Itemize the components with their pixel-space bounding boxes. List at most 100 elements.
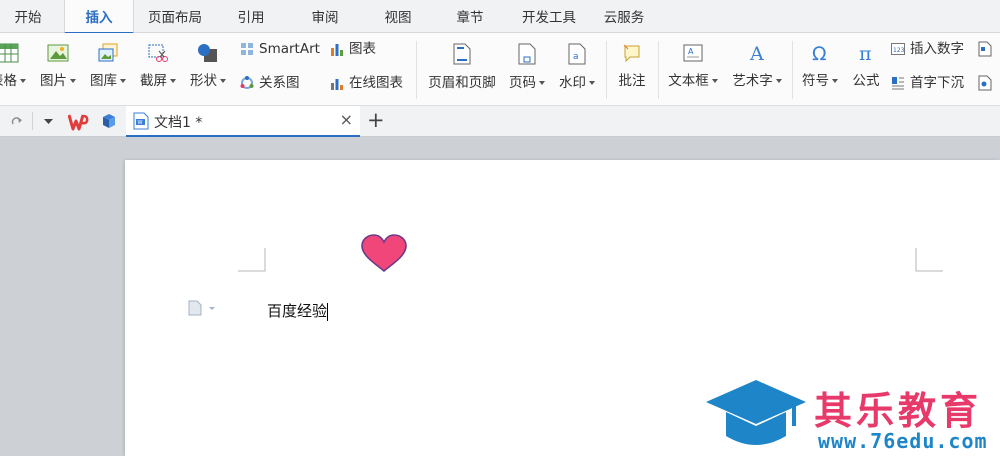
object-icon[interactable] [978,75,992,91]
header-footer-button[interactable]: 页眉和页脚 [424,43,500,91]
wordart-button[interactable]: A 艺术字 [728,43,786,89]
wps-logo-icon[interactable] [68,113,90,131]
scissors-icon [148,44,168,62]
smartart-button[interactable]: SmartArt [240,38,320,60]
table-button[interactable]: 表格 [0,43,32,89]
drop-cap-label: 首字下沉 [910,75,964,91]
comment-icon [623,44,640,63]
gallery-button[interactable]: 图库 [86,43,130,89]
svg-text:W: W [138,120,143,126]
formula-label: 公式 [852,73,880,89]
document-part-icon[interactable] [978,41,992,57]
omega-icon: Ω [812,43,827,63]
smartart-label: SmartArt [259,41,320,57]
ribbon-separator [792,41,793,99]
ribbon-separator [606,41,607,99]
gallery-label: 图库 [90,73,117,89]
page-number-label: 页码 [509,75,536,91]
textbox-icon: A [683,44,703,62]
shapes-button[interactable]: 形状 [186,43,230,89]
relation-icon [240,76,254,89]
comment-button[interactable]: 批注 [612,43,652,89]
tab-cloud[interactable]: 云服务 [596,0,652,33]
wordart-icon: A [749,43,764,63]
svg-text:A: A [749,43,764,63]
textbox-label: 文本框 [668,73,709,89]
chart-icon [331,44,343,56]
table-icon [0,43,19,63]
redo-icon[interactable] [11,115,23,127]
document-tab-title: 文档1 * [154,115,203,131]
svg-text:Ω: Ω [812,43,827,63]
picture-label: 图片 [40,73,67,89]
cube-icon[interactable] [102,113,116,129]
symbol-label: 符号 [802,73,829,89]
svg-text:π: π [859,43,872,63]
margin-corner-right [915,248,943,272]
shapes-label: 形状 [190,73,217,89]
picture-icon [47,44,69,62]
online-chart-label: 在线图表 [349,75,403,91]
svg-text:123: 123 [893,47,905,54]
svg-text:a: a [573,52,579,62]
document-body-text[interactable]: 百度经验 [267,300,329,321]
pi-icon: π [859,43,872,63]
new-tab-button[interactable]: + [367,108,385,132]
word-document-icon: W [133,112,149,130]
page-number-icon [518,43,536,65]
tab-insert[interactable]: 插入 [64,0,134,34]
table-label: 表格 [0,73,17,89]
comment-label: 批注 [618,73,646,89]
heart-shape[interactable] [359,234,409,274]
page-number-button[interactable]: 页码 [504,43,550,91]
screenshot-label: 截屏 [140,73,167,89]
relation-button[interactable]: 关系图 [240,72,300,94]
drop-cap-button[interactable]: 首字下沉 [891,72,964,94]
textbox-button[interactable]: A 文本框 [664,43,722,89]
close-tab-icon[interactable]: × [340,110,353,129]
margin-corner-left [238,248,266,272]
document-tab[interactable]: W 文档1 * × [126,106,360,137]
tab-separator [32,112,33,130]
formula-button[interactable]: π 公式 [846,43,886,89]
ribbon-separator [658,41,659,99]
tab-developer[interactable]: 开发工具 [512,0,586,33]
dropdown-caret-icon[interactable] [44,119,53,125]
picture-button[interactable]: 图片 [36,43,80,89]
online-chart-icon [331,79,343,90]
screenshot-button[interactable]: 截屏 [136,43,180,89]
tab-chapter[interactable]: 章节 [444,0,496,33]
smartart-icon [241,43,253,55]
text-cursor [327,303,329,321]
graduation-cap-icon [706,380,806,445]
header-footer-icon [453,43,471,65]
tab-review[interactable]: 审阅 [299,0,351,33]
tab-view[interactable]: 视图 [372,0,424,33]
watermark-url: www.76edu.com [818,429,988,453]
paragraph-handle-icon[interactable] [188,300,218,316]
ribbon-separator [416,41,417,99]
header-footer-label: 页眉和页脚 [428,75,496,91]
watermark-label: 水印 [559,75,586,91]
document-tab-bar: W 文档1 * × + [0,106,1000,137]
svg-text:A: A [688,47,694,56]
tab-start[interactable]: 开始 [2,0,54,33]
menu-bar: 开始 插入 页面布局 引用 审阅 视图 章节 开发工具 云服务 [0,0,1000,34]
symbol-button[interactable]: Ω 符号 [798,43,842,89]
watermark-icon: a [568,43,586,65]
shapes-icon [198,44,217,62]
insert-number-icon: 123 [891,43,905,55]
tab-page-layout[interactable]: 页面布局 [140,0,210,33]
watermark-button[interactable]: a 水印 [554,43,600,91]
insert-number-label: 插入数字 [910,41,964,57]
ribbon: 表格 图片 图库 截屏 形状 SmartArt 关系图 图表 在线图表 页眉和页… [0,33,1000,106]
insert-number-button[interactable]: 123 插入数字 [891,38,964,60]
document-text: 百度经验 [267,302,328,320]
relation-label: 关系图 [259,75,300,91]
tab-references[interactable]: 引用 [225,0,277,33]
watermark-title: 其乐教育 [814,389,983,433]
gallery-icon [98,43,118,62]
chart-button[interactable]: 图表 [330,38,376,60]
wordart-label: 艺术字 [732,73,773,89]
online-chart-button[interactable]: 在线图表 [330,72,403,94]
